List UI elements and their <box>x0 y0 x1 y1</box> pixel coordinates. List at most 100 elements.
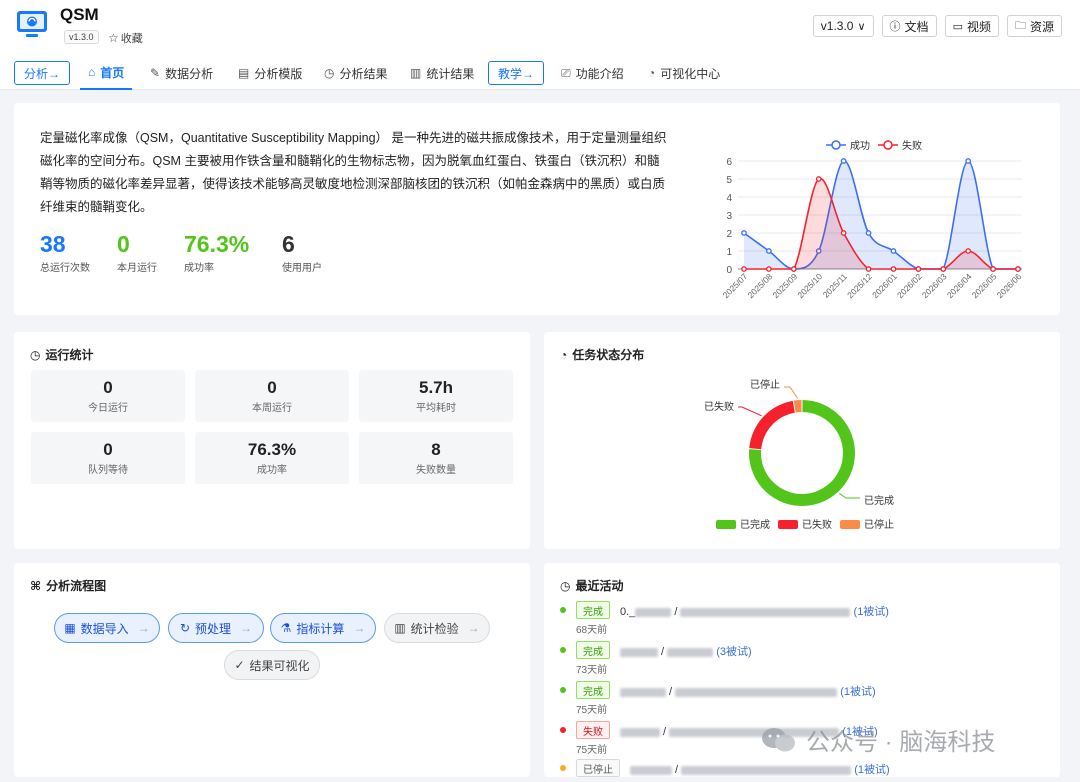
resources-button[interactable]: 🗀 资源 <box>1006 15 1062 37</box>
arrow-right-icon: → <box>137 621 150 635</box>
redacted-text <box>620 727 660 737</box>
data-point <box>915 266 922 272</box>
intro-description: 定量磁化率成像（QSM，Quantitative Susceptibility … <box>40 131 667 214</box>
data-point <box>840 230 847 236</box>
x-tick-label: 2026/06 <box>995 271 1024 300</box>
watermark-text: 公众号 · 脑海科技 <box>806 729 996 756</box>
folder-icon: 🗀 <box>1014 19 1026 32</box>
legend-label: 失败 <box>902 139 922 152</box>
tab-analysis-results-label: 分析结果 <box>339 66 388 81</box>
activity-count-link[interactable]: (1被试) <box>854 606 889 618</box>
status-badge: 失败 <box>576 721 610 739</box>
x-tick-label: 2026/05 <box>970 271 999 300</box>
status-dot <box>560 607 566 613</box>
data-point <box>990 266 996 272</box>
stat-label: 今日运行 <box>88 403 128 414</box>
flow-node-preprocess[interactable]: ↻ 预处理 → <box>168 613 264 643</box>
arrow-right-icon: → <box>353 621 366 635</box>
sitemap-icon: ⌘ <box>30 578 42 593</box>
legend-swatch <box>840 520 860 529</box>
data-point <box>1015 266 1021 272</box>
top-bar: QSM v1.3.0 ☆ 收藏 v1.3.0 ∨ ⓘ 文档 ▭ 视频 🗀 资源 <box>0 0 1080 56</box>
data-point <box>840 158 847 164</box>
teaching-shortcut-button[interactable]: 教学→ <box>488 61 544 85</box>
y-tick-label: 5 <box>726 175 732 186</box>
docs-button[interactable]: ⓘ 文档 <box>881 15 937 37</box>
data-point <box>766 248 772 254</box>
data-point <box>890 248 897 254</box>
version-select[interactable]: v1.3.0 ∨ <box>812 15 874 37</box>
x-tick-label: 2025/09 <box>770 271 799 300</box>
tab-data-analysis[interactable]: ✎ 数据分析 <box>150 56 213 90</box>
task-status-donut-chart: 已完成已失败已停止已完成 已失败 已停止 <box>704 378 894 531</box>
activity-count-link[interactable]: (3被试) <box>716 646 751 658</box>
recent-title: ◷ 最近活动 <box>560 577 624 594</box>
version-badge: v1.3.0 <box>64 30 99 44</box>
y-tick-label: 6 <box>726 157 732 168</box>
stat-label: 平均耗时 <box>416 403 456 414</box>
x-tick-label: 2025/10 <box>795 271 824 300</box>
flow-node-metric-calc[interactable]: ⚗ 指标计算 → <box>270 613 376 643</box>
status-badge: 完成 <box>576 641 610 659</box>
x-tick-label: 2025/08 <box>746 271 775 300</box>
flow-node-stat-test[interactable]: ▥ 统计检验 → <box>384 613 490 643</box>
favorite-button[interactable]: ☆ 收藏 <box>108 30 143 46</box>
data-point <box>890 266 897 272</box>
activity-item[interactable]: 完成 0._ / (1被试) 68天前 <box>560 601 1040 639</box>
home-icon: ⌂ <box>88 65 96 79</box>
activity-item[interactable]: 完成 / (1被试) 75天前 <box>560 681 1040 719</box>
flow-node-visualize[interactable]: ✓ 结果可视化 <box>224 650 320 680</box>
stat-value: 0 <box>103 378 113 397</box>
kpi-value: 6 <box>282 231 295 257</box>
data-point <box>815 176 822 182</box>
tab-viz-center[interactable]: ◔ 可视化中心 <box>648 56 720 90</box>
y-tick-label: 1 <box>726 247 732 258</box>
activity-item[interactable]: 已停止 / (1被试) <box>560 759 1040 777</box>
stat-value: 8 <box>431 440 441 459</box>
redacted-text <box>635 607 672 617</box>
tab-stats-results[interactable]: ▥ 统计结果 <box>410 56 474 90</box>
stat-label: 失败数量 <box>416 465 456 476</box>
flow-node-label: 结果可视化 <box>249 658 310 673</box>
status-badge: 完成 <box>576 601 610 619</box>
kpi-label: 使用用户 <box>282 263 322 274</box>
status-badge: 完成 <box>576 681 610 699</box>
data-point <box>741 266 747 272</box>
tab-home-label: 首页 <box>100 65 125 80</box>
stat-value: 5.7h <box>418 378 454 397</box>
data-point <box>741 230 747 236</box>
run-stats-card: ◷ 运行统计 0 今日运行 0 本周运行 5.7h 平均耗时 0 队列等待 76.3% 成功… <box>14 332 530 549</box>
video-button[interactable]: ▭ 视频 <box>944 15 999 37</box>
flow-card: ⌘ 分析流程图 ▦ 数据导入 → ↻ 预处理 → ⚗ 指标计算 → ▥ 统计检验 → ✓ 结果可视化 <box>14 563 530 777</box>
monthly-runs-line-chart: 01234562025/072025/082025/092025/102025/… <box>721 139 1024 300</box>
activity-prefix: 0._ <box>620 606 636 618</box>
activity-count-link[interactable]: (1被试) <box>840 686 875 698</box>
kpi-value: 76.3% <box>184 231 250 257</box>
legend-marker <box>883 140 893 150</box>
chevron-down-icon: ∨ <box>857 20 866 33</box>
flow-title: ⌘ 分析流程图 <box>30 577 106 594</box>
stat-fail-count: 8 失败数量 <box>359 432 513 484</box>
intro-card: 定量磁化率成像（QSM，Quantitative Susceptibility … <box>14 103 1060 315</box>
data-point <box>965 158 972 164</box>
legend-marker <box>831 140 841 150</box>
activity-item[interactable]: 完成 / (3被试) 73天前 <box>560 641 1040 679</box>
tab-features[interactable]: ⎚ 功能介绍 <box>561 56 624 90</box>
slice-label: 已停止 <box>750 378 780 391</box>
edit-icon: ✎ <box>150 66 161 80</box>
tab-home[interactable]: ⌂ 首页 <box>80 56 133 90</box>
tab-analysis-template[interactable]: ▤ 分析模版 <box>238 56 302 90</box>
clock-icon: ◷ <box>30 347 41 362</box>
kpi-success-rate: 76.3% 成功率 <box>184 231 249 274</box>
arrow-right-icon: → <box>240 621 253 635</box>
tab-analysis-results[interactable]: ◷ 分析结果 <box>324 56 388 90</box>
data-point <box>790 266 797 272</box>
analysis-shortcut-button[interactable]: 分析→ <box>14 61 70 85</box>
activity-text: 0._ / (1被试) <box>620 606 889 618</box>
activity-count-link[interactable]: (1被试) <box>854 764 889 776</box>
flow-node-label: 指标计算 <box>296 621 345 636</box>
task-dist-card: ◔ 任务状态分布 已完成 已失败 已停止 已完成 已失败 已停止 <box>544 332 1060 549</box>
x-tick-label: 2025/12 <box>845 271 874 300</box>
flow-node-data-import[interactable]: ▦ 数据导入 → <box>54 613 160 643</box>
star-icon: ☆ <box>108 31 119 45</box>
